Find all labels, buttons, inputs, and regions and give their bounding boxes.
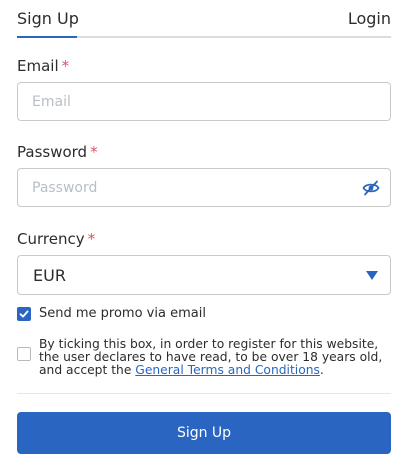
divider	[17, 393, 391, 394]
email-field[interactable]	[18, 83, 390, 120]
email-field-box	[17, 82, 391, 121]
required-marker: *	[90, 143, 98, 161]
terms-link[interactable]: General Terms and Conditions	[135, 363, 320, 377]
currency-selected-value: EUR	[33, 266, 66, 285]
sign-up-button[interactable]: Sign Up	[17, 412, 391, 454]
password-field[interactable]	[18, 169, 390, 206]
eye-slash-icon[interactable]	[362, 180, 380, 196]
currency-label-text: Currency	[17, 230, 85, 248]
password-field-box	[17, 168, 391, 207]
password-label: Password *	[17, 143, 98, 161]
tab-login[interactable]: Login	[348, 9, 391, 28]
terms-text-after: .	[319, 363, 324, 377]
active-tab-indicator	[17, 36, 77, 38]
auth-tabs: Sign Up Login	[17, 0, 391, 38]
promo-label: Send me promo via email	[39, 306, 206, 321]
currency-label: Currency *	[17, 230, 95, 248]
email-label: Email *	[17, 57, 69, 75]
terms-checkbox[interactable]	[17, 347, 31, 361]
required-marker: *	[87, 230, 96, 248]
promo-checkbox[interactable]	[17, 307, 31, 321]
required-marker: *	[61, 57, 70, 75]
caret-down-icon	[366, 271, 378, 280]
currency-select[interactable]: EUR	[17, 255, 391, 295]
terms-text: By ticking this box, in order to registe…	[39, 338, 389, 377]
password-label-text: Password	[17, 143, 88, 161]
tab-sign-up[interactable]: Sign Up	[17, 9, 79, 28]
email-label-text: Email	[17, 57, 59, 75]
